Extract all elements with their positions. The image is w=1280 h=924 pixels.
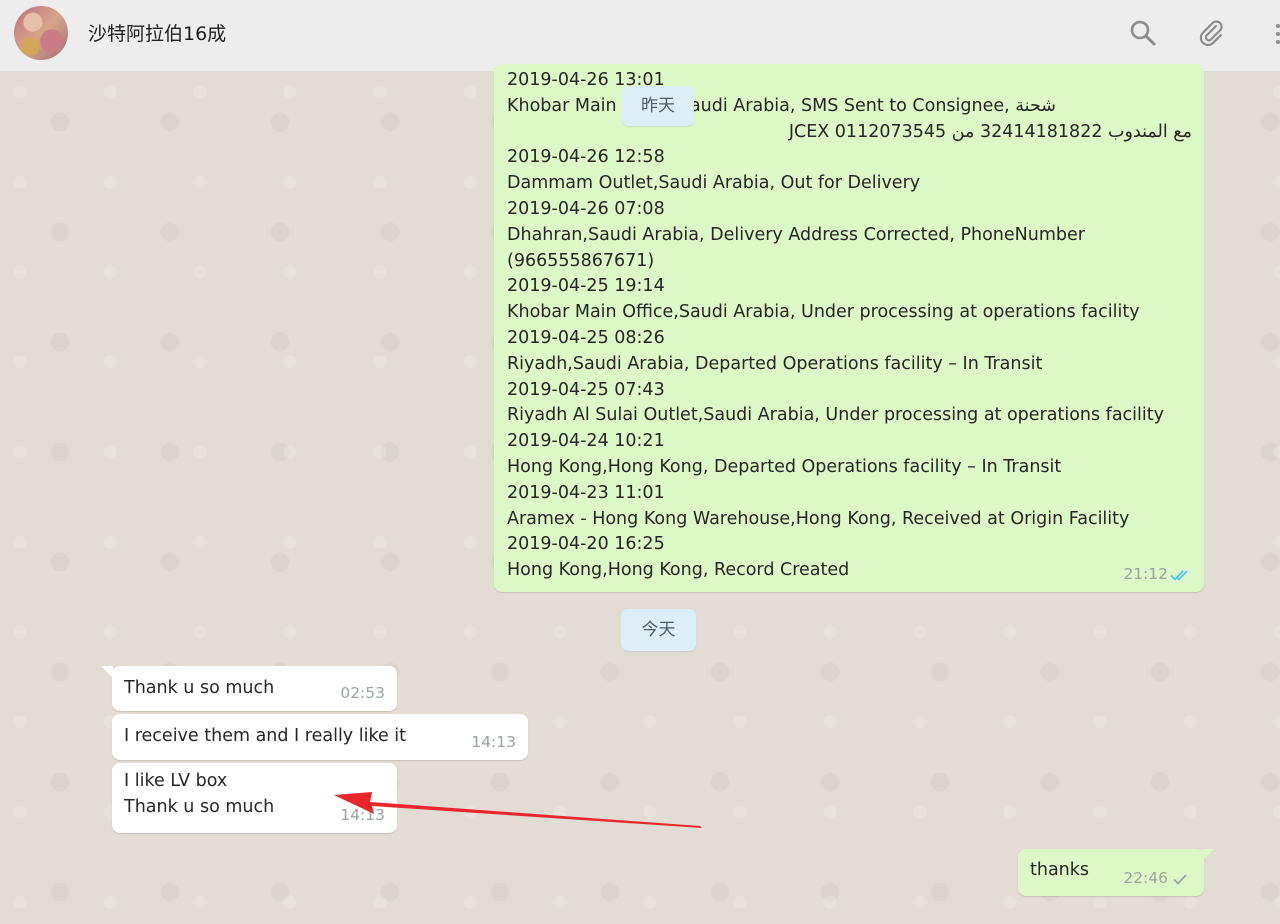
tracking-line: (966555867671) xyxy=(507,250,655,271)
message-meta: 14:13 xyxy=(471,730,516,756)
tracking-line: 2019-04-25 19:14 xyxy=(507,276,665,297)
tracking-line: Riyadh Al Sulai Outlet,Saudi Arabia, Und… xyxy=(507,405,1164,426)
double-check-icon xyxy=(1170,570,1188,581)
message-time: 02:53 xyxy=(340,684,385,703)
single-check-icon xyxy=(1173,874,1187,885)
message-text: I receive them and I really like it xyxy=(124,726,407,746)
tracking-line: Khobar Main Office,Saudi Arabia, Under p… xyxy=(507,302,1140,323)
message-time: 22:46 xyxy=(1123,869,1168,888)
message-time: 14:13 xyxy=(471,733,516,752)
tracking-line: 2019-04-23 11:01 xyxy=(507,482,665,503)
tracking-line: Dhahran,Saudi Arabia, Delivery Address C… xyxy=(507,224,1085,245)
menu-icon[interactable] xyxy=(1270,22,1280,46)
tracking-line: 2019-04-24 10:21 xyxy=(507,431,665,452)
attach-icon[interactable] xyxy=(1196,18,1226,48)
date-separator-yesterday: 昨天 xyxy=(622,86,694,126)
date-separator-today: 今天 xyxy=(621,609,696,651)
message-meta: 02:53 xyxy=(340,681,385,707)
tracking-line: Aramex - Hong Kong Warehouse,Hong Kong, … xyxy=(507,508,1130,529)
incoming-message[interactable]: Thank u so much 02:53 xyxy=(112,666,397,711)
tracking-line: 2019-04-25 08:26 xyxy=(507,327,665,348)
contact-avatar[interactable] xyxy=(14,6,68,60)
tracking-line: 2019-04-26 12:58 xyxy=(507,147,665,168)
tracking-line: Khobar Main Office,Saudi Arabia, SMS Sen… xyxy=(507,95,1056,116)
message-meta: 21:12 xyxy=(1123,562,1192,588)
contact-name[interactable]: 沙特阿拉伯16成 xyxy=(88,19,226,46)
tracking-line: 2019-04-26 13:01 xyxy=(507,70,665,90)
outgoing-message[interactable]: thanks 22:46 xyxy=(1018,849,1204,896)
incoming-message[interactable]: I receive them and I really like it 14:1… xyxy=(112,714,528,760)
search-icon[interactable] xyxy=(1128,18,1158,48)
tracking-line: 2019-04-26 07:08 xyxy=(507,198,665,219)
message-time: 21:12 xyxy=(1123,565,1168,584)
annotation-arrow xyxy=(334,792,702,828)
tracking-line: 2019-04-20 16:25 xyxy=(507,534,665,555)
chat-header: 沙特阿拉伯16成 xyxy=(0,0,1280,72)
tracking-line: Riyadh,Saudi Arabia, Departed Operations… xyxy=(507,353,1043,374)
tracking-message-bubble[interactable]: 2019-04-26 13:01 Khobar Main Office,Saudi… xyxy=(494,64,1204,592)
tracking-line: Hong Kong,Hong Kong, Departed Operations… xyxy=(507,456,1062,477)
tracking-message-text: 2019-04-26 13:01 Khobar Main Office,Saudi… xyxy=(507,68,1192,584)
tracking-line: Hong Kong,Hong Kong, Record Created xyxy=(507,560,850,581)
tracking-line: Dammam Outlet,Saudi Arabia, Out for Deli… xyxy=(507,173,921,194)
message-meta: 22:46 xyxy=(1123,866,1192,892)
tracking-line: مع المندوب 32414181822 من JCEX 011207354… xyxy=(788,121,1192,142)
tracking-line: 2019-04-25 07:43 xyxy=(507,379,665,400)
